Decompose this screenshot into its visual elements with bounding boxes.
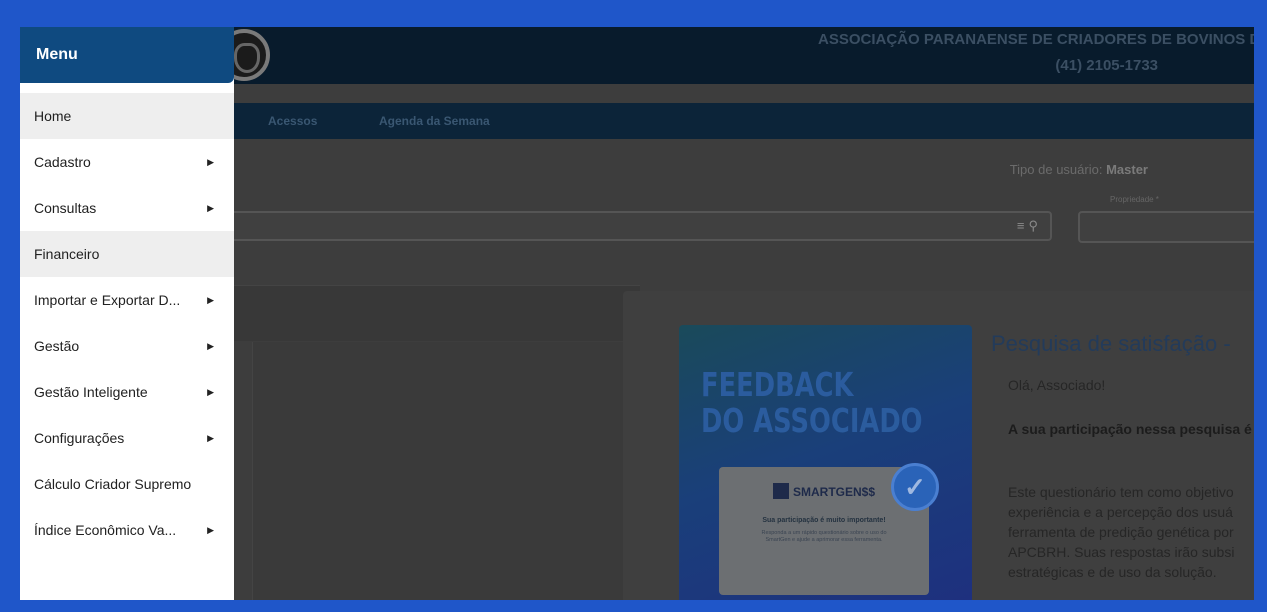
- menu-item-3[interactable]: Financeiro: [20, 231, 234, 277]
- banner-headline: Sua participação é muito importante!: [762, 517, 886, 524]
- menu-item-7[interactable]: Configurações ▶: [20, 415, 234, 461]
- chevron-right-icon: ▶: [207, 525, 214, 535]
- banner-title: FEEDBACK DO ASSOCIADO: [701, 365, 923, 440]
- chevron-right-icon: ▶: [207, 341, 214, 351]
- menu-item-label: Home: [34, 108, 72, 124]
- nav-item-acessos[interactable]: Acessos: [268, 114, 317, 128]
- chevron-right-icon: ▶: [207, 203, 214, 213]
- menu-item-9[interactable]: Índice Econômico Va... ▶: [20, 507, 234, 553]
- smartgen-icon: [772, 483, 789, 499]
- menu-item-label: Gestão Inteligente: [34, 384, 148, 400]
- search-input[interactable]: ≡⚲: [220, 211, 1052, 241]
- chevron-right-icon: ▶: [207, 157, 214, 167]
- banner-small-text: Responda a um rápido questionário sobre …: [761, 530, 887, 543]
- menu-list: Home Cadastro ▶ Consultas ▶ Financeiro Importa…: [20, 93, 234, 553]
- checkmark-icon: ✓: [891, 463, 939, 511]
- user-type: Tipo de usuário: Master: [1010, 162, 1148, 177]
- modal-body-text: Este questionário tem como objetivo expe…: [1008, 484, 1235, 580]
- side-menu: Menu Home Cadastro ▶ Consultas ▶ Financeiro Im…: [20, 27, 234, 600]
- menu-item-0[interactable]: Home: [20, 93, 234, 139]
- chevron-right-icon: ▶: [207, 295, 214, 305]
- menu-header: Menu: [20, 27, 234, 83]
- menu-item-label: Cadastro: [34, 154, 91, 170]
- menu-item-2[interactable]: Consultas ▶: [20, 185, 234, 231]
- chevron-right-icon: ▶: [207, 433, 214, 443]
- content-panel: [252, 342, 652, 600]
- list-icon[interactable]: ≡: [1017, 218, 1029, 233]
- menu-item-8[interactable]: Cálculo Criador Supremo: [20, 461, 234, 507]
- modal-title: Pesquisa de satisfação -: [991, 331, 1231, 356]
- search-icon[interactable]: ⚲: [1028, 218, 1042, 233]
- menu-title: Menu: [36, 46, 78, 63]
- menu-item-1[interactable]: Cadastro ▶: [20, 139, 234, 185]
- menu-item-4[interactable]: Importar e Exportar D... ▶: [20, 277, 234, 323]
- modal-bold-text: A sua participação nessa pesquisa é nós.: [1008, 421, 1254, 437]
- content-strip: [220, 285, 640, 341]
- org-phone: (41) 2105-1733: [1055, 57, 1158, 74]
- user-type-value: Master: [1106, 162, 1148, 177]
- menu-item-label: Financeiro: [34, 246, 100, 262]
- menu-item-label: Cálculo Criador Supremo: [34, 476, 192, 492]
- property-label: Propriedade *: [1110, 195, 1159, 204]
- user-type-label: Tipo de usuário:: [1009, 162, 1103, 177]
- menu-item-label: Consultas: [34, 200, 97, 216]
- org-name: ASSOCIAÇÃO PARANAENSE DE CRIADORES DE BO…: [818, 31, 1254, 48]
- chevron-right-icon: ▶: [207, 387, 214, 397]
- feedback-banner: FEEDBACK DO ASSOCIADO SMARTGEN$$ Sua par…: [679, 325, 972, 600]
- menu-item-label: Gestão: [34, 338, 80, 354]
- nav-item-agenda[interactable]: Agenda da Semana: [379, 114, 490, 128]
- menu-item-label: Importar e Exportar D...: [34, 292, 181, 308]
- survey-modal: FEEDBACK DO ASSOCIADO SMARTGEN$$ Sua par…: [623, 291, 1254, 600]
- modal-greeting: Olá, Associado!: [1008, 377, 1106, 393]
- menu-item-label: Índice Econômico Va...: [34, 522, 177, 538]
- menu-item-5[interactable]: Gestão ▶: [20, 323, 234, 369]
- menu-item-6[interactable]: Gestão Inteligente ▶: [20, 369, 234, 415]
- menu-item-label: Configurações: [34, 430, 125, 446]
- property-select[interactable]: [1078, 211, 1254, 243]
